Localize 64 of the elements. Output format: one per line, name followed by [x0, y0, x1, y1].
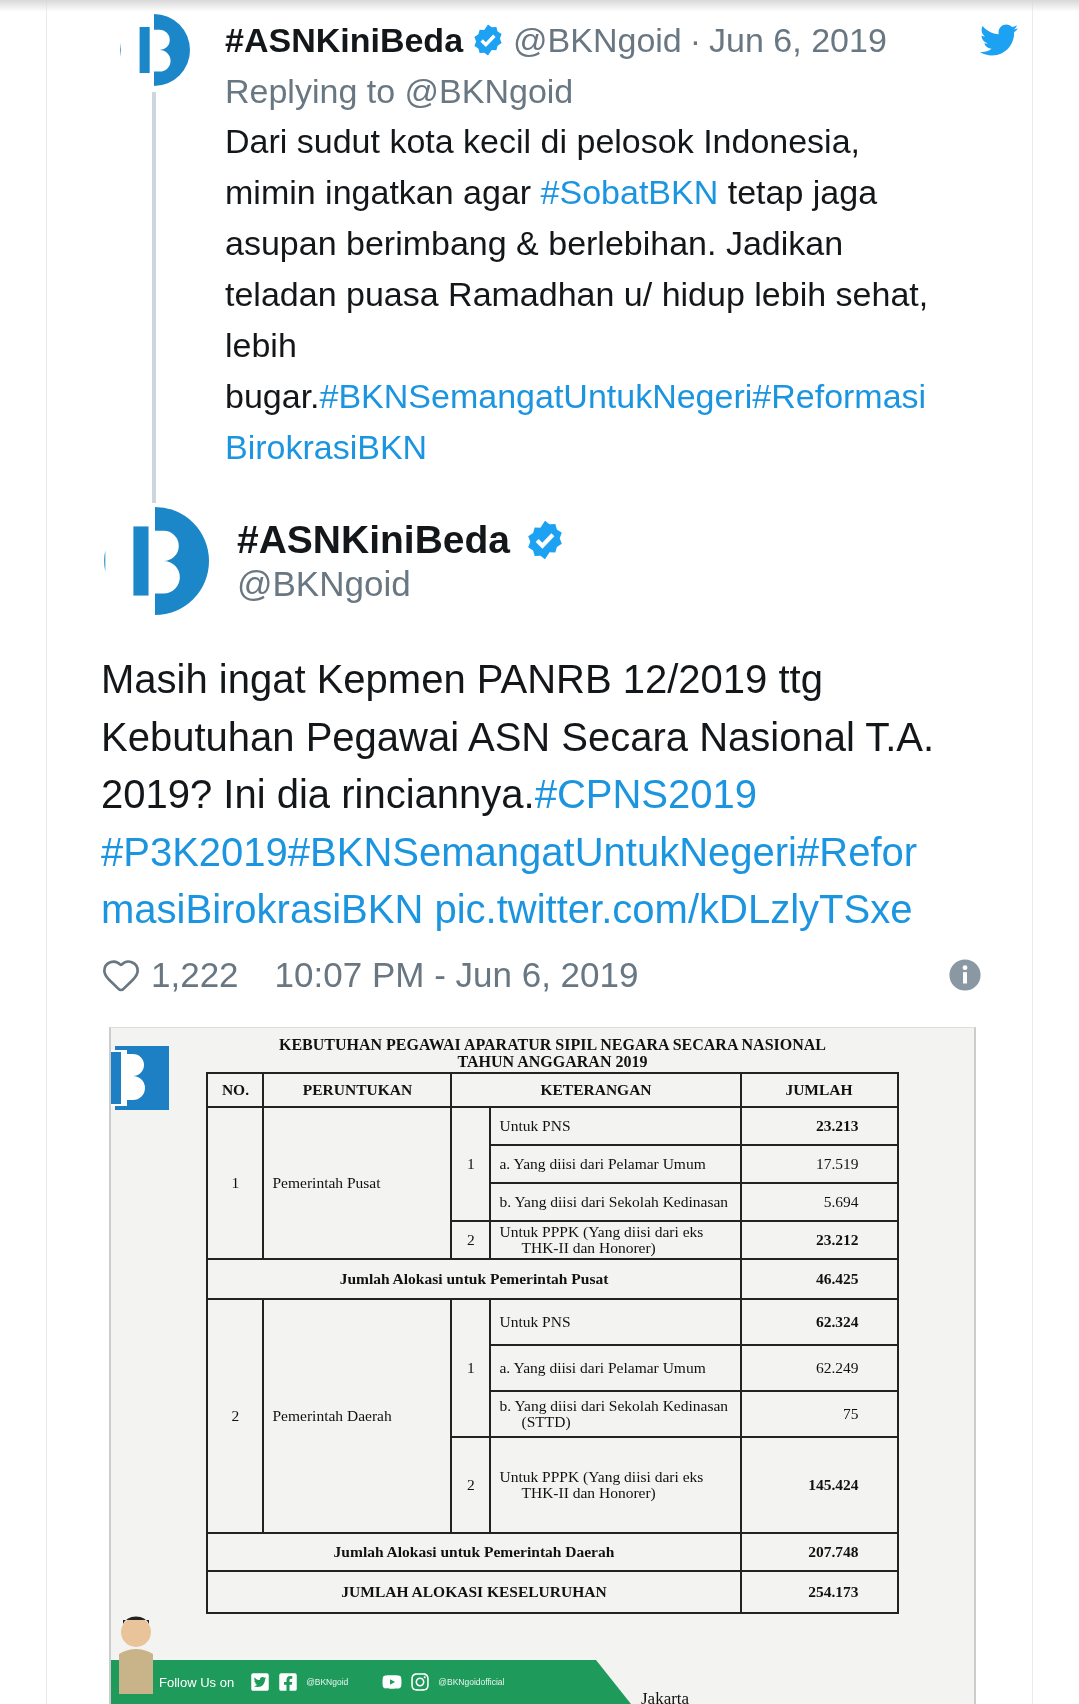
table-cell: 46.425 [740, 1258, 898, 1299]
hashtag-link[interactable]: #SobatBKN [540, 173, 719, 211]
logo-icon [111, 1045, 169, 1110]
table-cell: Jumlah Alokasi untuk Pemerintah Pusat [207, 1258, 741, 1299]
replying-to: Replying to @BKNgoid [225, 71, 575, 112]
hashtag-link[interactable]: #P3K2019#BKNSemangatUntukNegeri#Refor [101, 829, 918, 874]
like-count: 1,222 [151, 954, 239, 995]
table-cell: 2 [207, 1298, 264, 1533]
banner-handle: @BKNgoid [306, 1677, 349, 1687]
table-cell: Untuk PNS [490, 1106, 741, 1145]
table-cell: 1 [207, 1106, 264, 1259]
table-cell: Untuk PPPK (Yang diisi dari eks THK-II dan Honorer) [490, 1220, 741, 1259]
facebook-icon [278, 1672, 299, 1692]
table-cell: 1 [451, 1106, 491, 1221]
tweet-date: Jun 6, 2019 [709, 20, 887, 60]
column-header: KETERANGAN [451, 1072, 741, 1107]
author-name: #ASNKiniBeda [225, 20, 464, 60]
tweet-text: Dari sudut kota kecil di pelosok Indonesia, mimin ingatkan agar #SobatBKN tetap jaga asupan berimbang & berlebihan. Jadikan teladan puasa Ramadhan u/ hidup lebih sehat, lebih bugar.#BKNSemangatUntukNegeri#Reformasi BirokrasiBKN [225, 121, 930, 468]
table-cell: 23.213 [740, 1106, 898, 1145]
hashtag-link[interactable]: BirokrasiBKN [225, 428, 428, 466]
table-cell: 5.694 [740, 1182, 898, 1221]
table-cell: b. Yang diisi dari Sekolah Kedinasan (STTD) [490, 1390, 741, 1437]
table-cell: 62.249 [740, 1344, 898, 1391]
table-cell: JUMLAH ALOKASI KESELURUHAN [207, 1570, 741, 1613]
info-icon[interactable] [948, 957, 982, 992]
avatar [118, 14, 190, 86]
separator: · [689, 20, 702, 60]
table-cell: 62.324 [740, 1298, 898, 1345]
table-cell: 1 [451, 1298, 491, 1437]
column-header: NO. [207, 1072, 264, 1107]
table-cell: a. Yang diisi dari Pelamar Umum [490, 1144, 741, 1183]
table-cell: Untuk PPPK (Yang diisi dari eks THK-II dan Honorer) [490, 1436, 741, 1533]
author-handle: @BKNgoid [513, 20, 682, 60]
instagram-icon [410, 1672, 431, 1692]
hashtag-link[interactable]: #CPNS2019 [534, 772, 757, 816]
table-cell: Untuk PNS [490, 1298, 741, 1345]
youtube-icon [382, 1672, 403, 1692]
table-cell: 207.748 [740, 1532, 898, 1571]
table-cell: 145.424 [740, 1436, 898, 1533]
table-cell: Pemerintah Pusat [263, 1106, 452, 1259]
tweet-text: Masih ingat Kepmen PANRB 12/2019 ttg Kebutuhan Pegawai ASN Secara Nasional T.A. 2019? Ini dia rinciannya.#CPNS2019 #P3K2019#BKNSemangatUntukNegeri#Refor masiBirokrasiBKN pic.twitter.com/kDLzlyTSxe [101, 656, 936, 933]
table-cell: a. Yang diisi dari Pelamar Umum [490, 1344, 741, 1391]
hashtag-link[interactable]: #BKNSemangatUntukNegeri#Reformasi [319, 377, 927, 415]
table-cell: 254.173 [740, 1570, 898, 1613]
banner-handle: @BKNgoidofficial [438, 1677, 505, 1687]
column-header: JUMLAH [740, 1072, 898, 1107]
author-handle: @BKNgoid [237, 564, 412, 604]
document-text: Jakarta [641, 1690, 690, 1704]
table-cell: b. Yang diisi dari Sekolah Kedinasan [490, 1182, 741, 1221]
timestamp: 10:07 PM - Jun 6, 2019 [274, 954, 639, 995]
hashtag-link[interactable]: pic.twitter.com/kDLzlyTSxe [434, 887, 913, 931]
author-name: #ASNKiniBeda [237, 518, 511, 562]
twitter-icon [250, 1672, 271, 1692]
document-title: KEBUTUHAN PEGAWAI APARATUR SIPIL NEGARA SECARA NASIONAL TAHUN ANGGARAN 2019 [277, 1035, 827, 1070]
column-header: PERUNTUKAN [263, 1072, 452, 1107]
table-cell: 17.519 [740, 1144, 898, 1183]
table-cell: 2 [451, 1436, 491, 1533]
table-cell: 2 [451, 1220, 491, 1259]
banner-label: Follow Us on [159, 1674, 235, 1690]
table-cell: Jumlah Alokasi untuk Pemerintah Daerah [207, 1532, 741, 1571]
table-cell: 75 [740, 1390, 898, 1437]
table-cell: Pemerintah Daerah [263, 1298, 452, 1533]
hashtag-link[interactable]: masiBirokrasiBKN [101, 887, 424, 931]
table-cell: 23.212 [740, 1220, 898, 1259]
